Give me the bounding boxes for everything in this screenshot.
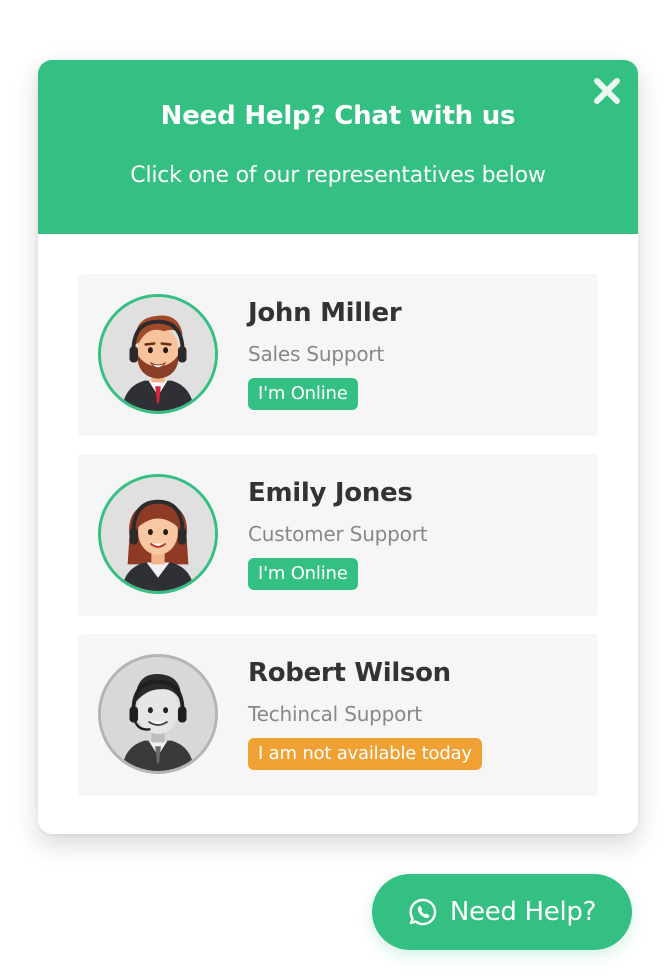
agent-card-robert-wilson[interactable]: Robert Wilson Techincal Support I am not…	[78, 634, 598, 796]
agent-role: Customer Support	[248, 522, 428, 546]
need-help-label: Need Help?	[449, 897, 597, 927]
need-help-button[interactable]: Need Help?	[372, 874, 632, 950]
whatsapp-icon	[409, 898, 437, 926]
agent-card-john-miller[interactable]: John Miller Sales Support I'm Online	[78, 274, 598, 436]
status-badge: I am not available today	[248, 738, 482, 770]
agent-role: Sales Support	[248, 342, 385, 366]
agent-name: John Miller	[248, 298, 402, 328]
agent-name: Robert Wilson	[248, 658, 451, 688]
agent-name: Emily Jones	[248, 478, 413, 508]
popup-title: Need Help? Chat with us	[160, 101, 516, 131]
popup-subtitle: Click one of our representatives below	[130, 163, 546, 188]
chat-popup: Need Help? Chat with us Click one of our…	[38, 60, 638, 834]
grayscale-agent-avatar	[98, 654, 218, 774]
female-agent-avatar	[98, 474, 218, 594]
agent-role: Techincal Support	[248, 702, 422, 726]
agent-card-emily-jones[interactable]: Emily Jones Customer Support I'm Online	[78, 454, 598, 616]
status-badge: I'm Online	[248, 558, 358, 590]
popup-header: Need Help? Chat with us Click one of our…	[38, 60, 638, 234]
male-agent-avatar	[98, 294, 218, 414]
status-badge: I'm Online	[248, 378, 358, 410]
